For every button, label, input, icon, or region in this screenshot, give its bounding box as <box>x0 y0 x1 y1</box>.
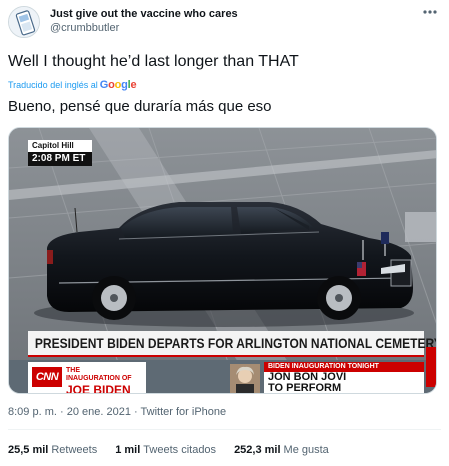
user-names: Just give out the vaccine who cares @cru… <box>50 7 238 36</box>
program-box: CNN THE INAUGURATION OF JOE BIDEN <box>28 362 146 394</box>
bug-time: 2:08 PM ET <box>28 152 92 166</box>
likes-count: 252,3 mil <box>234 444 281 456</box>
translated-text: Bueno, pensé que duraría más que eso <box>8 98 272 115</box>
story-head-line2: TO PERFORM <box>268 382 342 394</box>
divider <box>8 429 441 430</box>
tweet-media[interactable]: Capitol Hill 2:08 PM ET PRESIDENT BIDEN … <box>8 127 437 394</box>
tweet-source[interactable]: Twitter for iPhone <box>141 406 227 418</box>
tweet-text: Well I thought he’d last longer than THA… <box>8 53 299 70</box>
program-line-inauguration: INAUGURATION OF <box>66 375 132 382</box>
news-bug: Capitol Hill 2:08 PM ET <box>28 140 92 166</box>
display-name[interactable]: Just give out the vaccine who cares <box>50 7 238 21</box>
story-box: BIDEN INAUGURATION TONIGHT JON BON JOVI … <box>264 362 424 394</box>
google-logo: Google <box>99 79 137 91</box>
cnn-logo: CNN <box>32 367 62 387</box>
translation-attribution: Traducido del inglés al Google <box>8 78 137 92</box>
tweet-metadata: 8:09 p. m. · 20 ene. 2021 · Twitter for … <box>8 406 226 418</box>
headline-text: PRESIDENT BIDEN DEPARTS FOR ARLINGTON NA… <box>34 335 437 351</box>
tweet-time[interactable]: 8:09 p. m. <box>8 406 57 418</box>
tweet-date[interactable]: 20 ene. 2021 <box>67 406 131 418</box>
lower-third-headline: PRESIDENT BIDEN DEPARTS FOR ARLINGTON NA… <box>28 331 437 355</box>
engagement-stats: 25,5 mil Retweets 1 mil Tweets citados 252… <box>8 444 347 456</box>
avatar-image <box>9 7 39 37</box>
lower-third-strip <box>28 355 424 357</box>
story-photo <box>230 364 260 393</box>
likes-label: Me gusta <box>283 444 329 456</box>
quote-tweets-label: Tweets citados <box>143 444 217 456</box>
retweets-label: Retweets <box>51 444 98 456</box>
meta-separator: · <box>59 406 64 418</box>
news-ticker: CNN THE INAUGURATION OF JOE BIDEN BIDEN … <box>28 360 436 394</box>
quote-tweets-count: 1 mil <box>115 444 141 456</box>
program-line-the: THE <box>66 367 80 374</box>
side-red-tab <box>426 347 436 387</box>
user-handle[interactable]: @crumbbutler <box>50 21 238 36</box>
avatar[interactable] <box>8 6 40 38</box>
program-line-small: THE INAUGURATION OF <box>66 367 132 383</box>
program-line-large: JOE BIDEN <box>66 383 131 394</box>
more-options-icon[interactable] <box>421 6 439 18</box>
retweets-stat[interactable]: 25,5 mil Retweets <box>8 444 97 456</box>
likes-stat[interactable]: 252,3 mil Me gusta <box>234 444 329 456</box>
retweets-count: 25,5 mil <box>8 444 49 456</box>
meta-separator: · <box>134 406 138 418</box>
translated-from-label[interactable]: Traducido del inglés al <box>8 80 98 90</box>
tweet-header: Just give out the vaccine who cares @cru… <box>8 6 441 40</box>
bug-location: Capitol Hill <box>28 140 92 152</box>
quote-tweets-stat[interactable]: 1 mil Tweets citados <box>115 444 216 456</box>
